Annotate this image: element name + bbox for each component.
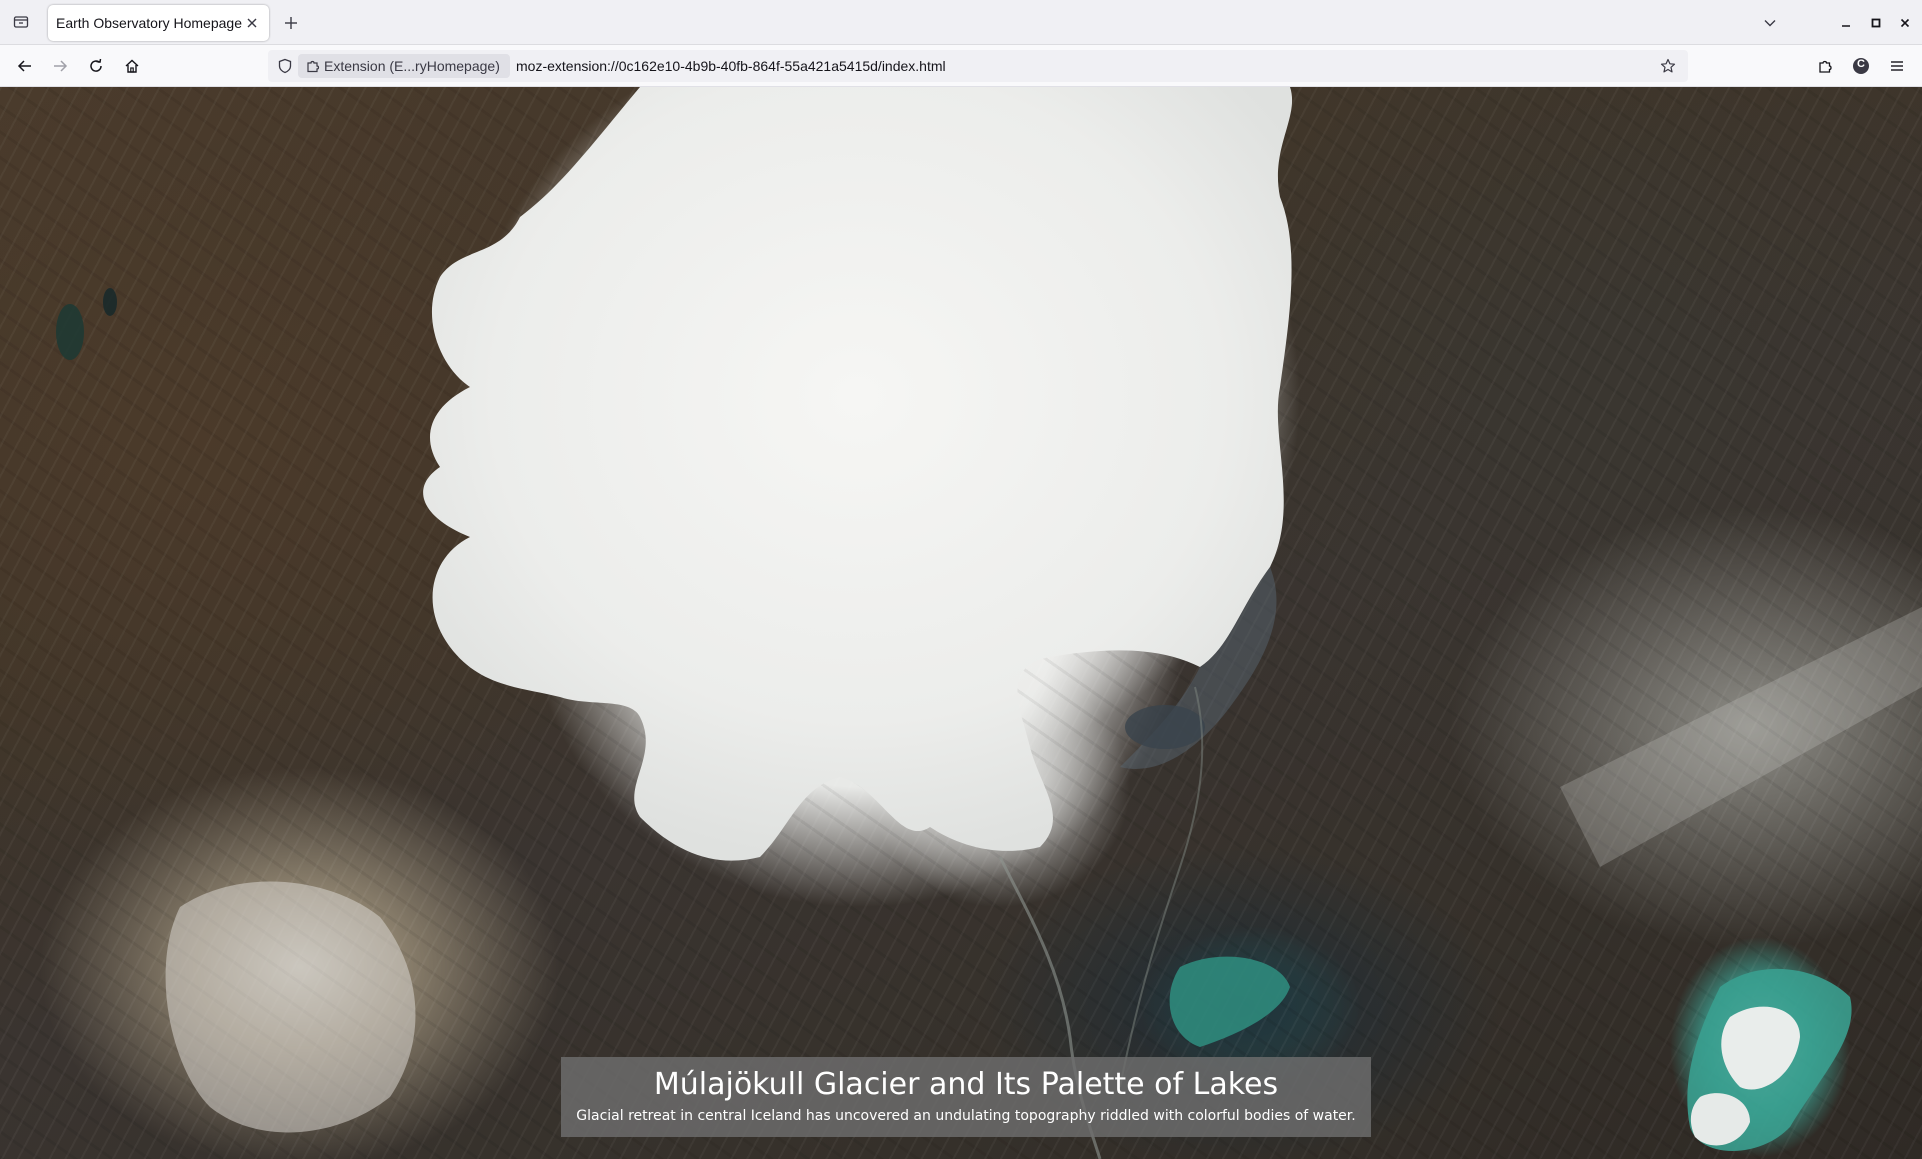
close-window-button[interactable] <box>1891 9 1919 37</box>
proglacial-lake <box>1125 705 1205 749</box>
back-button[interactable] <box>10 51 40 81</box>
shield-icon <box>278 58 292 74</box>
site-identity-button[interactable]: Extension (E...ryHomepage) <box>298 54 510 78</box>
turquoise-lake-center <box>1169 956 1290 1047</box>
plus-icon <box>285 17 297 29</box>
browser-window: Earth Observatory Homepage Extension (E.… <box>0 0 1922 1159</box>
reload-icon <box>90 58 102 72</box>
chevron-down-icon <box>1764 20 1776 27</box>
close-icon <box>247 18 257 28</box>
hamburger-icon <box>1891 61 1903 71</box>
extensions-button[interactable] <box>1810 51 1840 81</box>
image-caption-box: Múlajökull Glacier and Its Palette of La… <box>561 1057 1371 1137</box>
caption-subtitle: Glacial retreat in central Iceland has u… <box>576 1108 1356 1124</box>
minimize-icon <box>1842 25 1850 27</box>
account-button[interactable]: C <box>1846 51 1876 81</box>
arrow-left-icon <box>17 60 31 72</box>
site-identity-label: Extension (E...ryHomepage) <box>324 58 500 74</box>
close-icon <box>1900 18 1910 28</box>
puzzle-icon <box>1819 60 1832 73</box>
minimize-button[interactable] <box>1832 9 1860 37</box>
maximize-icon <box>1871 18 1881 28</box>
snowfield-lower-left <box>165 881 416 1133</box>
caption-title: Múlajökull Glacier and Its Palette of La… <box>653 1067 1279 1102</box>
list-all-tabs-button[interactable] <box>8 9 34 35</box>
tab-close-button[interactable] <box>243 14 261 32</box>
snow-streaks-right <box>1560 607 1922 867</box>
satellite-image-background: Múlajökull Glacier and Its Palette of La… <box>0 87 1922 1159</box>
forward-button[interactable] <box>45 51 75 81</box>
arrow-right-icon <box>54 60 68 72</box>
new-tab-button[interactable] <box>277 9 305 37</box>
account-avatar-letter: C <box>1857 58 1865 70</box>
dark-lake-left <box>56 304 84 360</box>
tabs-list-icon <box>13 16 29 28</box>
app-menu-button[interactable] <box>1882 51 1912 81</box>
star-icon <box>1660 58 1676 73</box>
tab-overflow-button[interactable] <box>1756 9 1784 37</box>
tab-strip: Earth Observatory Homepage <box>0 0 1922 45</box>
navigation-toolbar: Extension (E...ryHomepage) moz-extension… <box>0 45 1922 87</box>
tab-earth-observatory[interactable]: Earth Observatory Homepage <box>48 5 269 41</box>
glacier-illustration <box>56 87 1922 1159</box>
puzzle-icon <box>307 60 320 73</box>
bookmark-button[interactable] <box>1658 56 1678 76</box>
home-button[interactable] <box>117 51 147 81</box>
tab-title: Earth Observatory Homepage <box>56 15 242 31</box>
home-icon <box>125 59 139 73</box>
address-bar[interactable]: Extension (E...ryHomepage) moz-extension… <box>268 50 1688 82</box>
maximize-button[interactable] <box>1862 9 1890 37</box>
reload-button[interactable] <box>81 51 111 81</box>
dark-lake-left-small <box>103 288 117 316</box>
tracking-protection-button[interactable] <box>276 57 294 75</box>
url-text[interactable]: moz-extension://0c162e10-4b9b-40fb-864f-… <box>516 58 946 74</box>
